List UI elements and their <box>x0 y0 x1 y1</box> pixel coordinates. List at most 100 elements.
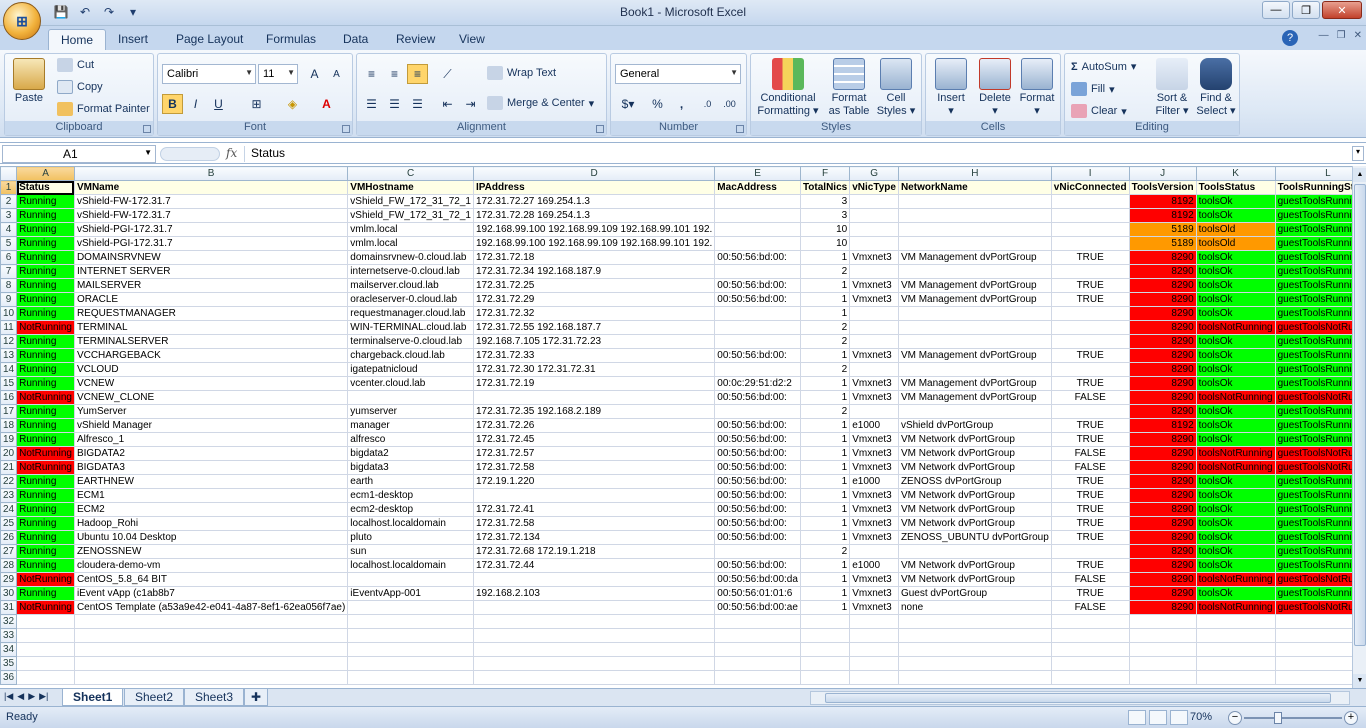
cell[interactable]: MAILSERVER <box>73 278 349 293</box>
cell[interactable]: Running <box>16 292 75 307</box>
cell[interactable]: 172.31.72.33 <box>472 348 716 363</box>
cell[interactable]: Running <box>16 264 75 279</box>
zoom-in-icon[interactable]: + <box>1344 711 1358 725</box>
cell[interactable]: requestmanager.cloud.lab <box>347 306 474 321</box>
cell[interactable]: toolsOk <box>1195 502 1276 517</box>
cell[interactable]: guestToolsRunning <box>1274 544 1352 559</box>
cell[interactable] <box>1274 628 1352 643</box>
cell[interactable]: pluto <box>347 530 474 545</box>
cell[interactable]: EARTHNEW <box>73 474 349 489</box>
cell[interactable]: NetworkName <box>897 180 1052 195</box>
number-format-select[interactable]: General ▼ <box>615 64 741 84</box>
cell[interactable]: 8192 <box>1128 208 1197 223</box>
cell[interactable]: 8290 <box>1128 306 1197 321</box>
cell[interactable]: TRUE <box>1050 250 1130 265</box>
cell[interactable]: 8290 <box>1128 460 1197 475</box>
cell[interactable]: 1 <box>799 390 851 405</box>
row-header[interactable]: 8 <box>0 278 18 293</box>
workbook-minimize-icon[interactable]: — <box>1319 30 1329 41</box>
cell[interactable] <box>1128 628 1197 643</box>
cell[interactable]: TRUE <box>1050 502 1130 517</box>
cell[interactable] <box>1195 642 1276 657</box>
column-header[interactable]: I <box>1050 166 1130 181</box>
cell[interactable]: 172.31.72.34 192.168.187.9 <box>472 264 716 279</box>
shrink-font-button[interactable]: A <box>326 64 347 84</box>
scroll-up-icon[interactable]: ▲ <box>1353 168 1366 182</box>
tab-insert[interactable]: Insert <box>106 29 160 50</box>
cell[interactable] <box>897 320 1052 335</box>
cell[interactable] <box>714 264 801 279</box>
cell[interactable] <box>73 628 349 643</box>
cell[interactable] <box>799 656 851 671</box>
cell[interactable] <box>714 222 801 237</box>
column-header[interactable]: F <box>799 166 851 181</box>
cell[interactable]: ECM2 <box>73 502 349 517</box>
row-header[interactable]: 4 <box>0 222 18 237</box>
bold-button[interactable]: B <box>162 94 183 114</box>
cell[interactable] <box>714 670 801 685</box>
cell[interactable]: guestToolsRunning <box>1274 558 1352 573</box>
cell[interactable] <box>347 390 474 405</box>
cell[interactable]: TRUE <box>1050 474 1130 489</box>
cell[interactable]: 8290 <box>1128 390 1197 405</box>
cell[interactable]: Running <box>16 544 75 559</box>
cell[interactable] <box>897 404 1052 419</box>
cell[interactable]: VM Network dvPortGroup <box>897 572 1052 587</box>
cell[interactable]: guestToolsRunning <box>1274 488 1352 503</box>
cell[interactable]: TRUE <box>1050 376 1130 391</box>
cell[interactable]: 00:50:56:bd:00: <box>714 558 801 573</box>
cell[interactable]: 8290 <box>1128 278 1197 293</box>
cell[interactable] <box>16 628 75 643</box>
cell[interactable]: TotalNics <box>799 180 851 195</box>
comma-button[interactable]: , <box>671 94 692 114</box>
cell[interactable]: guestToolsRunning <box>1274 194 1352 209</box>
row-header[interactable]: 36 <box>0 670 18 685</box>
cell[interactable]: toolsOk <box>1195 362 1276 377</box>
row-header[interactable]: 20 <box>0 446 18 461</box>
cell[interactable]: Running <box>16 586 75 601</box>
cell[interactable]: 172.19.1.220 <box>472 474 716 489</box>
cell[interactable]: guestToolsRunning <box>1274 404 1352 419</box>
format-painter-button[interactable]: Format Painter <box>57 102 150 116</box>
cell[interactable]: 8290 <box>1128 544 1197 559</box>
cell[interactable]: domainsrvnew-0.cloud.lab <box>347 250 474 265</box>
first-sheet-icon[interactable]: |◀ <box>4 691 13 702</box>
cell[interactable]: VM Management dvPortGroup <box>897 278 1052 293</box>
cell[interactable] <box>1050 264 1130 279</box>
cell[interactable]: guestToolsNotRunning <box>1274 600 1352 615</box>
cell[interactable]: Hadoop_Rohi <box>73 516 349 531</box>
cell[interactable]: manager <box>347 418 474 433</box>
cell[interactable]: 2 <box>799 264 851 279</box>
conditional-formatting-button[interactable]: Conditional Formatting ▾ <box>755 58 821 118</box>
column-header[interactable]: H <box>897 166 1052 181</box>
cell[interactable]: guestToolsRunning <box>1274 362 1352 377</box>
cell[interactable] <box>472 614 716 629</box>
cell[interactable] <box>1050 656 1130 671</box>
cell[interactable]: guestToolsRunning <box>1274 236 1352 251</box>
grow-font-button[interactable]: A <box>304 64 325 84</box>
cell[interactable] <box>849 222 899 237</box>
cell[interactable]: TRUE <box>1050 558 1130 573</box>
cell[interactable]: Running <box>16 208 75 223</box>
cell[interactable] <box>714 236 801 251</box>
cell[interactable] <box>1050 208 1130 223</box>
cell[interactable] <box>472 642 716 657</box>
cell[interactable]: Vmxnet3 <box>849 278 899 293</box>
cell[interactable] <box>472 670 716 685</box>
cell[interactable]: 172.31.72.58 <box>472 516 716 531</box>
name-box[interactable]: A1 ▼ <box>2 145 156 163</box>
cell[interactable]: VM Network dvPortGroup <box>897 446 1052 461</box>
cell[interactable]: 192.168.99.100 192.168.99.109 192.168.99… <box>472 236 716 251</box>
alignment-launcher-icon[interactable] <box>596 125 604 133</box>
cell[interactable]: TRUE <box>1050 516 1130 531</box>
row-header[interactable]: 31 <box>0 600 18 615</box>
cell[interactable]: Running <box>16 334 75 349</box>
clipboard-launcher-icon[interactable] <box>143 125 151 133</box>
cell[interactable]: 172.31.72.44 <box>472 558 716 573</box>
cell[interactable] <box>1128 656 1197 671</box>
cell[interactable]: guestToolsRunning <box>1274 586 1352 601</box>
cell[interactable]: 8290 <box>1128 558 1197 573</box>
cell[interactable]: 172.31.72.30 172.31.72.31 <box>472 362 716 377</box>
column-header[interactable]: A <box>16 166 75 181</box>
cell[interactable] <box>347 572 474 587</box>
